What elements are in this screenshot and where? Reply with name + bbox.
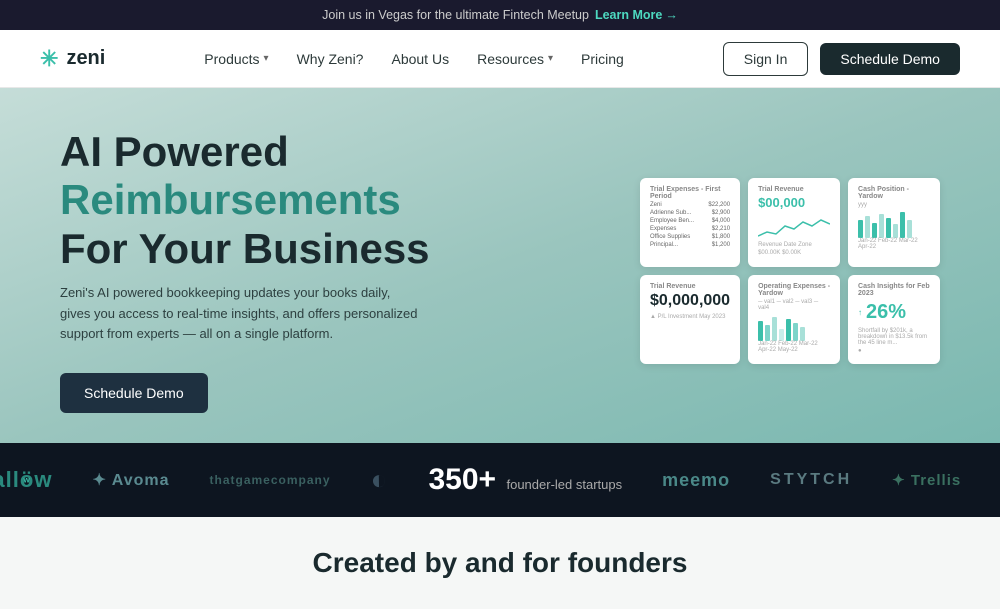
expense-row: Office Supplies$1,800 [650, 234, 730, 240]
nav-actions: Sign In Schedule Demo [723, 42, 960, 76]
revenue-footer: $00.00K $0.00K [758, 250, 830, 256]
chart-bar [865, 216, 870, 238]
opex-footer: Jan-22 Feb-22 Mar-22 Apr-22 May-22 [758, 341, 830, 353]
logo-trellis: ✦ Trellis [892, 471, 961, 489]
dashboard-card-revenue-large: Trial Revenue $0,000,000 ▲ P/L Investmen… [640, 275, 740, 364]
chart-bar [786, 319, 791, 341]
card-revenue-title: Trial Revenue [758, 186, 830, 193]
expense-row: Zeni$22,200 [650, 202, 730, 208]
founders-section: Created by and for founders [0, 517, 1000, 609]
opex-chart [758, 313, 830, 341]
expense-row: Expenses$2,210 [650, 226, 730, 232]
learn-more-link[interactable]: Learn More → [595, 8, 678, 22]
expense-row: Principal...$1,200 [650, 242, 730, 248]
chart-bar [779, 329, 784, 341]
nav-link-pricing[interactable]: Pricing [581, 51, 624, 67]
schedule-demo-hero-button[interactable]: Schedule Demo [60, 373, 208, 413]
logos-bar: is Hallöww ✦ Avoma thatgamecompany ◐ 350… [0, 443, 1000, 517]
logo-meemo: meemo [662, 470, 730, 491]
nav-item-products[interactable]: Products ▾ [204, 51, 268, 67]
chart-bar [793, 323, 798, 341]
founders-title: Created by and for founders [20, 547, 980, 579]
chart-bar [900, 212, 905, 238]
hero-section: AI Powered Reimbursements For Your Busin… [0, 88, 1000, 443]
chart-bar [765, 325, 770, 341]
nav-item-pricing[interactable]: Pricing [581, 51, 624, 67]
card-insights-title: Cash Insights for Feb 2023 [858, 283, 930, 297]
revenue-date: Revenue Date Zone [758, 242, 830, 248]
opex-legend: ─ val1 ─ val2 ─ val3 ─ val4 [758, 299, 830, 311]
chart-bar [758, 321, 763, 341]
dashboard-card-cash-insights: Cash Insights for Feb 2023 ↑ 26% Shortfa… [848, 275, 940, 364]
announcement-bar: Join us in Vegas for the ultimate Fintec… [0, 0, 1000, 30]
revenue-chart [758, 214, 830, 242]
dashboard-card-cash-position: Cash Position - Yardow yyy Jan-22 Feb-22… [848, 178, 940, 267]
chart-bar [879, 214, 884, 238]
logo[interactable]: ✳ zeni [40, 46, 105, 72]
navbar: ✳ zeni Products ▾ Why Zeni? About Us Res… [0, 30, 1000, 88]
hero-subtitle: Zeni's AI powered bookkeeping updates yo… [60, 283, 420, 345]
percent-value: 26% [866, 301, 906, 324]
chevron-down-icon: ▾ [548, 53, 553, 64]
nav-link-about[interactable]: About Us [391, 51, 449, 67]
schedule-demo-nav-button[interactable]: Schedule Demo [820, 43, 960, 75]
logos-track: is Hallöww ✦ Avoma thatgamecompany ◐ 350… [0, 463, 1000, 497]
nav-item-whyzeni[interactable]: Why Zeni? [297, 51, 364, 67]
dashboard-mockup: Trial Expenses - First Period Zeni$22,20… [640, 178, 940, 364]
chart-bar [886, 218, 891, 238]
card-revenue-value: $00,000 [758, 195, 830, 210]
nav-item-about[interactable]: About Us [391, 51, 449, 67]
logo-moon: ◐ [371, 464, 389, 496]
insights-detail: Shortfall by $201k, a breakdown in $13.5… [858, 328, 930, 346]
chart-bar [872, 223, 877, 238]
nav-link-whyzeni[interactable]: Why Zeni? [297, 51, 364, 67]
cash-labels: yyy [858, 202, 930, 208]
card-opex-title: Operating Expenses - Yardow [758, 283, 830, 297]
chart-bar [772, 317, 777, 341]
expense-row: Adrienne Sub...$2,900 [650, 210, 730, 216]
card-expenses-title: Trial Expenses - First Period [650, 186, 730, 200]
announcement-text: Join us in Vegas for the ultimate Fintec… [322, 8, 589, 22]
dashboard-card-revenue: Trial Revenue $00,000 Revenue Date Zone … [748, 178, 840, 267]
logo-avoma: ✦ Avoma [92, 470, 169, 490]
signin-button[interactable]: Sign In [723, 42, 809, 76]
dashboard-card-opex: Operating Expenses - Yardow ─ val1 ─ val… [748, 275, 840, 364]
nav-link-resources[interactable]: Resources ▾ [477, 51, 553, 67]
insights-footer: ● [858, 348, 930, 354]
logo-tgc: thatgamecompany [210, 473, 331, 487]
card-revenue-large-value: $0,000,000 [650, 292, 730, 310]
card-cash-title: Cash Position - Yardow [858, 186, 930, 200]
dashboard-card-expenses: Trial Expenses - First Period Zeni$22,20… [640, 178, 740, 267]
chart-bar [858, 220, 863, 238]
nav-links: Products ▾ Why Zeni? About Us Resources … [204, 51, 624, 67]
cash-footer: Jan-22 Feb-22 Mar-22 Apr-22 [858, 238, 930, 250]
chart-bar [800, 327, 805, 341]
counter-number: 350+ [428, 463, 496, 496]
chevron-down-icon: ▾ [264, 53, 269, 64]
hero-title: AI Powered Reimbursements For Your Busin… [60, 128, 430, 273]
logo-hallow-left: Hallöww [0, 467, 52, 493]
nav-item-resources[interactable]: Resources ▾ [477, 51, 553, 67]
cash-chart [858, 210, 930, 238]
expense-row: Employee Ben...$4,000 [650, 218, 730, 224]
counter-label: founder-led startups [506, 477, 622, 492]
chart-bar [893, 224, 898, 238]
hero-content: AI Powered Reimbursements For Your Busin… [60, 128, 430, 413]
logo-stytch: STYTCH [770, 471, 852, 489]
counter-section: 350+ founder-led startups [428, 463, 622, 497]
percent-arrow: ↑ [858, 308, 862, 317]
logo-icon: ✳ [40, 46, 58, 72]
chart-bar [907, 220, 912, 238]
card-revenue-large-sub: ▲ P/L Investment May 2023 [650, 314, 730, 320]
hero-title-teal: Reimbursements [60, 176, 401, 223]
nav-link-products[interactable]: Products ▾ [204, 51, 268, 67]
logo-text: zeni [66, 47, 105, 70]
card-revenue-large-title: Trial Revenue [650, 283, 730, 290]
